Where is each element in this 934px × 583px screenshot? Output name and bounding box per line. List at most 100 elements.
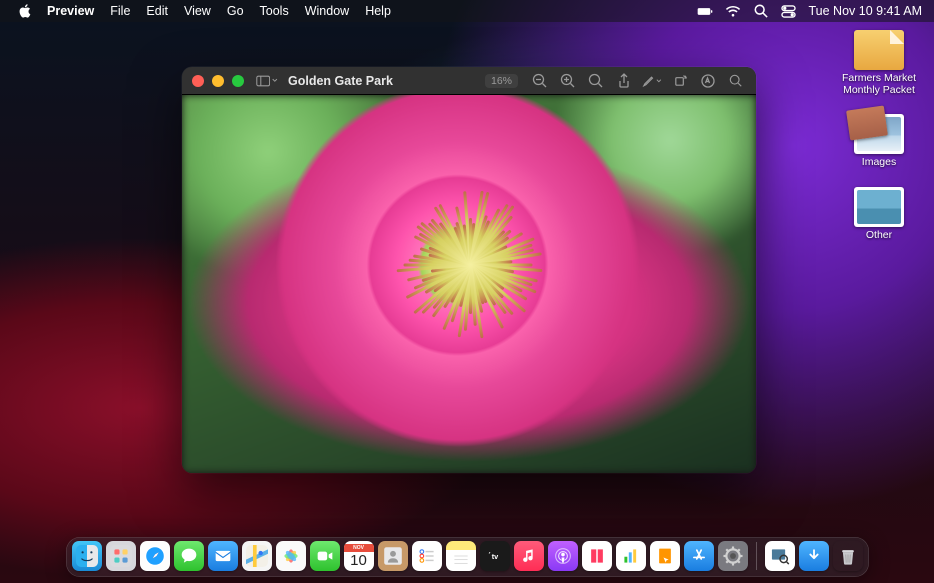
- sidebar-icon: [256, 74, 270, 88]
- reminders-icon: [416, 545, 438, 567]
- dock-app-preview[interactable]: [765, 541, 795, 571]
- appstore-icon: [688, 545, 710, 567]
- dock-app-facetime[interactable]: [310, 541, 340, 571]
- dock-app-maps[interactable]: [242, 541, 272, 571]
- share-button[interactable]: [614, 70, 634, 92]
- menubar-item-view[interactable]: View: [176, 0, 219, 22]
- dock-app-music[interactable]: [514, 541, 544, 571]
- battery-icon[interactable]: [697, 3, 713, 19]
- magnify-minus-icon: [532, 73, 548, 89]
- contacts-icon: [382, 545, 404, 567]
- dock-app-contacts[interactable]: [378, 541, 408, 571]
- maps-icon: [246, 545, 268, 567]
- dock-app-launchpad[interactable]: [106, 541, 136, 571]
- control-center-icon[interactable]: [781, 3, 797, 19]
- dock-app-notes[interactable]: [446, 541, 476, 571]
- podcasts-icon: [552, 545, 574, 567]
- rotate-icon: [673, 73, 688, 88]
- calendar-day: 10: [350, 553, 367, 568]
- desktop-file-label: Images: [862, 157, 896, 169]
- menubar: Preview File Edit View Go Tools Window H…: [0, 0, 934, 22]
- dock-app-calendar[interactable]: NOV 10: [344, 541, 374, 571]
- news-icon: [586, 545, 608, 567]
- desktop-folder-other[interactable]: Other: [854, 187, 904, 242]
- dock-app-numbers[interactable]: [616, 541, 646, 571]
- dock-app-podcasts[interactable]: [548, 541, 578, 571]
- zoom-out-button[interactable]: [530, 70, 550, 92]
- desktop-file-farmers-market[interactable]: Farmers Market Monthly Packet: [835, 30, 923, 96]
- mail-icon: [212, 545, 234, 567]
- preview-icon: [769, 545, 791, 567]
- image-icon: [854, 187, 904, 227]
- dock-app-safari[interactable]: [140, 541, 170, 571]
- dock-app-finder[interactable]: [72, 541, 102, 571]
- menubar-item-window[interactable]: Window: [297, 0, 357, 22]
- apple-logo-icon: [18, 4, 31, 18]
- downloads-icon: [803, 545, 825, 567]
- markup-highlight-button[interactable]: [642, 70, 662, 92]
- messages-icon: [178, 545, 200, 567]
- desktop-icons-group: Farmers Market Monthly Packet Images Oth…: [834, 30, 924, 241]
- window-traffic-lights: [192, 75, 244, 87]
- wifi-icon[interactable]: [725, 3, 741, 19]
- share-icon: [617, 73, 631, 89]
- magnify-plus-icon: [560, 73, 576, 89]
- rotate-button[interactable]: [670, 70, 690, 92]
- close-button[interactable]: [192, 75, 204, 87]
- apple-menu[interactable]: [10, 0, 39, 22]
- menubar-clock[interactable]: Tue Nov 10 9:41 AM: [809, 4, 923, 18]
- highlighter-icon: [642, 74, 655, 88]
- menubar-item-go[interactable]: Go: [219, 0, 252, 22]
- dock-app-tv[interactable]: tv: [480, 541, 510, 571]
- dock-app-appstore[interactable]: [684, 541, 714, 571]
- sidebar-toggle-button[interactable]: [256, 70, 278, 92]
- menubar-item-tools[interactable]: Tools: [252, 0, 297, 22]
- macos-desktop: Preview File Edit View Go Tools Window H…: [0, 0, 934, 583]
- dock-app-news[interactable]: [582, 541, 612, 571]
- dock-app-photos[interactable]: [276, 541, 306, 571]
- music-icon: [518, 545, 540, 567]
- zoom-in-button[interactable]: [558, 70, 578, 92]
- finder-icon: [76, 545, 98, 567]
- preview-app-window: Golden Gate Park 16%: [182, 67, 756, 473]
- image-stack-icon: [854, 114, 904, 154]
- dock-app-system-preferences[interactable]: [718, 541, 748, 571]
- minimize-button[interactable]: [212, 75, 224, 87]
- launchpad-icon: [110, 545, 132, 567]
- dock-app-mail[interactable]: [208, 541, 238, 571]
- image-flower-center: [469, 265, 471, 267]
- calendar-month: NOV: [344, 544, 374, 552]
- facetime-icon: [314, 545, 336, 567]
- desktop-file-label: Farmers Market Monthly Packet: [835, 73, 923, 96]
- zoom-level-display[interactable]: 16%: [485, 74, 518, 88]
- window-titlebar[interactable]: Golden Gate Park 16%: [182, 67, 756, 95]
- desktop-file-label: Other: [866, 230, 892, 242]
- notes-icon: [450, 545, 472, 567]
- image-viewport[interactable]: [182, 95, 756, 473]
- menubar-item-edit[interactable]: Edit: [138, 0, 176, 22]
- spotlight-icon[interactable]: [753, 3, 769, 19]
- appletv-icon: tv: [484, 545, 506, 567]
- menubar-item-help[interactable]: Help: [357, 0, 399, 22]
- dock-app-pages[interactable]: [650, 541, 680, 571]
- maximize-button[interactable]: [232, 75, 244, 87]
- menubar-item-file[interactable]: File: [102, 0, 138, 22]
- svg-text:tv: tv: [491, 552, 498, 561]
- chevron-down-icon: [656, 79, 662, 83]
- dock-trash[interactable]: [833, 541, 863, 571]
- magnify-icon: [588, 73, 604, 89]
- zoom-actual-button[interactable]: [586, 70, 606, 92]
- dock-folder-downloads[interactable]: [799, 541, 829, 571]
- chevron-down-icon: [272, 78, 278, 83]
- toolbar-search-button[interactable]: [726, 70, 746, 92]
- dock-app-reminders[interactable]: [412, 541, 442, 571]
- desktop-folder-images[interactable]: Images: [854, 114, 904, 169]
- dock-separator: [756, 542, 757, 570]
- safari-icon: [144, 545, 166, 567]
- dock-app-messages[interactable]: [174, 541, 204, 571]
- menubar-app-name[interactable]: Preview: [39, 0, 102, 22]
- markup-icon: [700, 73, 716, 89]
- markup-toolbar-button[interactable]: [698, 70, 718, 92]
- window-title: Golden Gate Park: [288, 74, 393, 88]
- document-icon: [854, 30, 904, 70]
